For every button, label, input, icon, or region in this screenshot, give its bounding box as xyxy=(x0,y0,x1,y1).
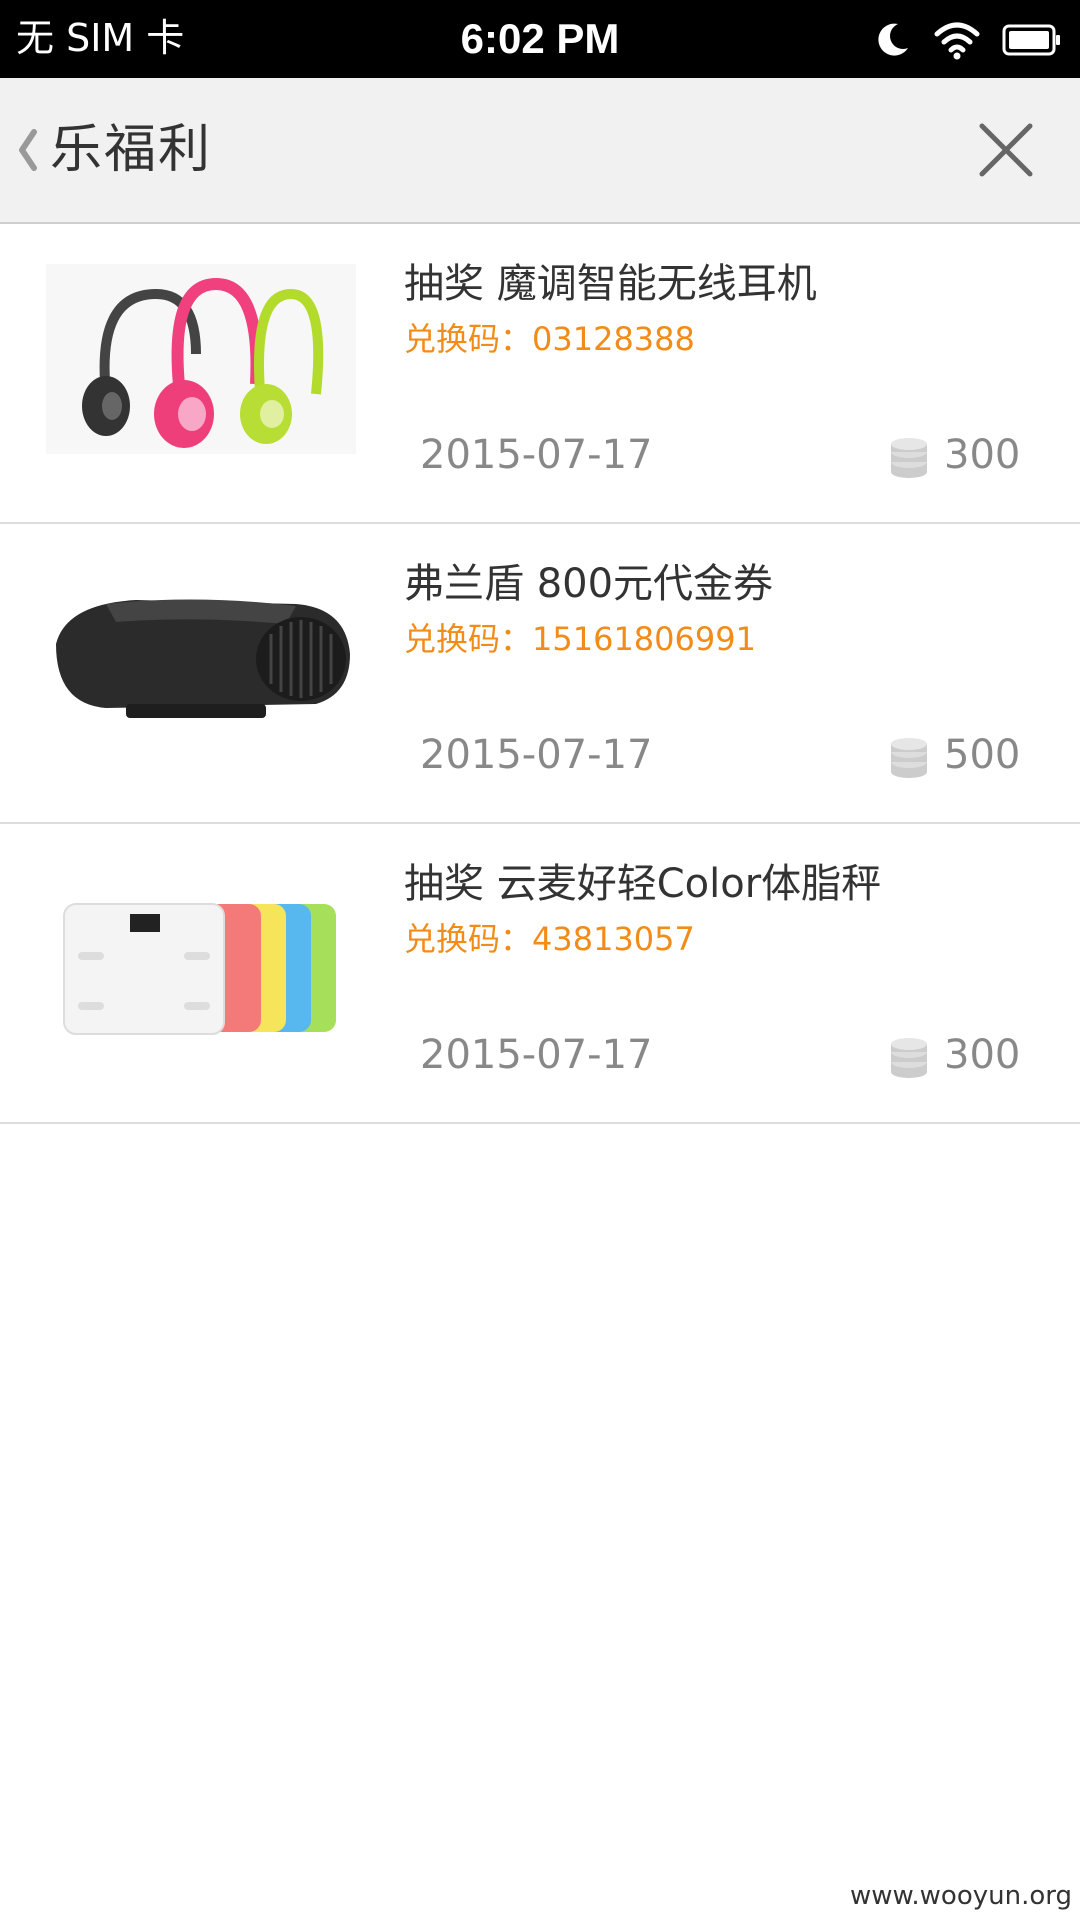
header-bar: 乐福利 xyxy=(0,78,1080,224)
watermark: www.wooyun.org xyxy=(849,1881,1072,1911)
item-title: 抽奖 魔调智能无线耳机 xyxy=(404,261,817,307)
close-icon xyxy=(979,123,1033,177)
body-fat-scale-image xyxy=(46,864,356,1054)
air-purifier-image xyxy=(46,564,356,754)
redeem-code: 兑换码：03128388 xyxy=(404,320,695,358)
wifi-icon xyxy=(934,22,980,60)
item-points: 300 xyxy=(944,1032,1021,1078)
list-item[interactable]: 弗兰盾 800元代金券 兑换码：15161806991 2015-07-17 5… xyxy=(0,524,1080,824)
coins-icon xyxy=(891,1038,927,1078)
list-item[interactable]: 抽奖 云麦好轻Color体脂秤 兑换码：43813057 2015-07-17 … xyxy=(0,824,1080,1124)
item-points: 500 xyxy=(944,732,1021,778)
chevron-left-icon xyxy=(19,129,37,171)
redeem-code: 兑换码：15161806991 xyxy=(404,620,756,658)
close-button[interactable] xyxy=(970,114,1042,186)
coins-icon xyxy=(891,438,927,478)
moon-icon xyxy=(878,23,908,56)
headphones-image xyxy=(46,264,356,454)
redeem-code: 兑换码：43813057 xyxy=(404,920,695,958)
item-date: 2015-07-17 xyxy=(420,1032,653,1078)
back-button[interactable] xyxy=(8,118,48,182)
page-title: 乐福利 xyxy=(50,120,213,180)
coins-icon xyxy=(891,738,927,778)
battery-icon xyxy=(1002,24,1060,56)
status-icons xyxy=(872,18,1062,62)
item-date: 2015-07-17 xyxy=(420,432,653,478)
prize-list: 抽奖 魔调智能无线耳机 兑换码：03128388 2015-07-17 300 xyxy=(0,224,1080,1124)
item-points: 300 xyxy=(944,432,1021,478)
item-title: 抽奖 云麦好轻Color体脂秤 xyxy=(404,861,882,907)
list-item[interactable]: 抽奖 魔调智能无线耳机 兑换码：03128388 2015-07-17 300 xyxy=(0,224,1080,524)
item-date: 2015-07-17 xyxy=(420,732,653,778)
status-bar: 无 SIM 卡 6:02 PM xyxy=(0,0,1080,78)
item-title: 弗兰盾 800元代金券 xyxy=(404,561,774,607)
